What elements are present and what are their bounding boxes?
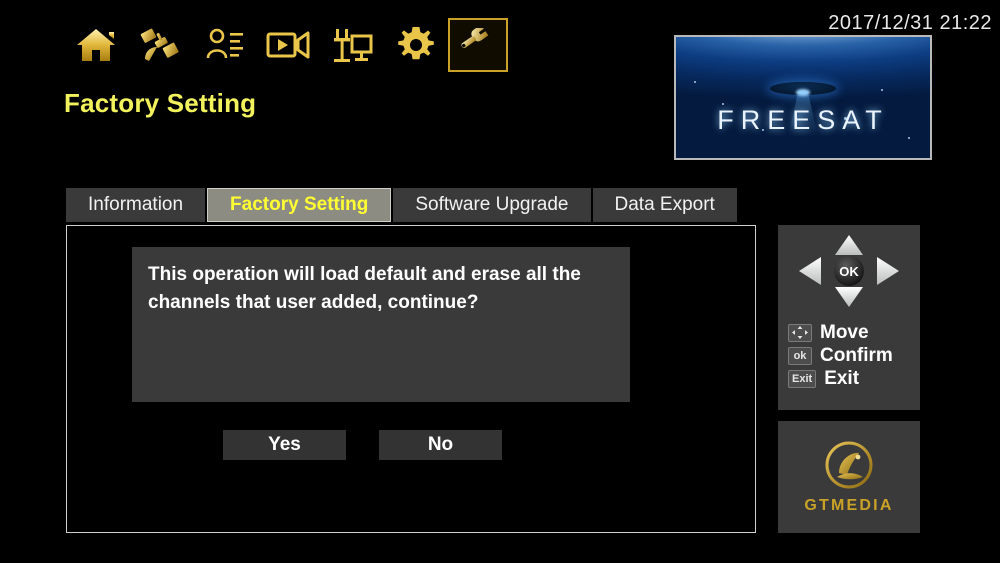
nav-gear-icon[interactable]: [384, 16, 448, 74]
legend-row-confirm: ok Confirm: [788, 346, 893, 365]
dpad-diagram: OK: [778, 233, 920, 313]
tab-factory-setting[interactable]: Factory Setting: [207, 188, 392, 222]
tab-bar: Information Factory Setting Software Upg…: [66, 188, 737, 222]
legend-row-move: Move: [788, 323, 893, 342]
svg-text:OK: OK: [839, 264, 859, 279]
dpad-up-arrow: [835, 235, 863, 255]
dpad-down-arrow: [835, 287, 863, 307]
top-nav-iconbar: [64, 16, 508, 74]
tv-settings-screen: Factory Setting 2017/12/31 21:22 FREESAT…: [0, 0, 1000, 563]
help-panel: OK Move ok Confirm Exit Exit: [778, 225, 920, 410]
page-title: Factory Setting: [64, 88, 257, 118]
legend-row-exit: Exit Exit: [788, 369, 893, 388]
content-panel: This operation will load default and era…: [66, 225, 756, 533]
preview-star: [694, 81, 696, 83]
legend-label-move: Move: [820, 322, 869, 343]
nav-antenna-tv-icon[interactable]: [320, 16, 384, 74]
nav-home-icon[interactable]: [64, 16, 128, 74]
freesat-preview-window: FREESAT: [674, 35, 932, 160]
legend-label-confirm: Confirm: [820, 345, 893, 366]
preview-star: [881, 89, 883, 91]
key-legend: Move ok Confirm Exit Exit: [788, 323, 893, 392]
dpad-right-arrow: [877, 257, 899, 285]
preview-star: [908, 137, 910, 139]
gtmedia-wordmark: GTMEDIA: [804, 497, 894, 514]
arrow-keys-icon: [788, 323, 812, 342]
yes-button[interactable]: Yes: [223, 430, 346, 460]
no-button[interactable]: No: [379, 430, 502, 460]
legend-label-exit: Exit: [824, 368, 860, 389]
clock-datetime: 2017/12/31 21:22: [828, 12, 992, 34]
gtmedia-logo-panel: GTMEDIA: [778, 421, 920, 533]
nav-media-video-icon[interactable]: [256, 16, 320, 74]
dpad-left-arrow: [799, 257, 821, 285]
ok-key-icon: ok: [788, 346, 812, 365]
gtmedia-dish-icon: [823, 439, 875, 491]
tab-information[interactable]: Information: [66, 188, 206, 222]
nav-satellite-icon[interactable]: [128, 16, 192, 74]
confirmation-message-box: This operation will load default and era…: [132, 247, 630, 402]
nav-channel-list-icon[interactable]: [192, 16, 256, 74]
tab-software-upgrade[interactable]: Software Upgrade: [393, 188, 591, 222]
freesat-wordmark: FREESAT: [717, 104, 889, 135]
tab-data-export[interactable]: Data Export: [592, 188, 737, 222]
confirmation-message-text: This operation will load default and era…: [148, 264, 581, 313]
dialog-button-row: Yes No: [223, 430, 502, 460]
nav-wrench-icon[interactable]: [448, 18, 508, 72]
exit-key-icon: Exit: [788, 369, 817, 388]
